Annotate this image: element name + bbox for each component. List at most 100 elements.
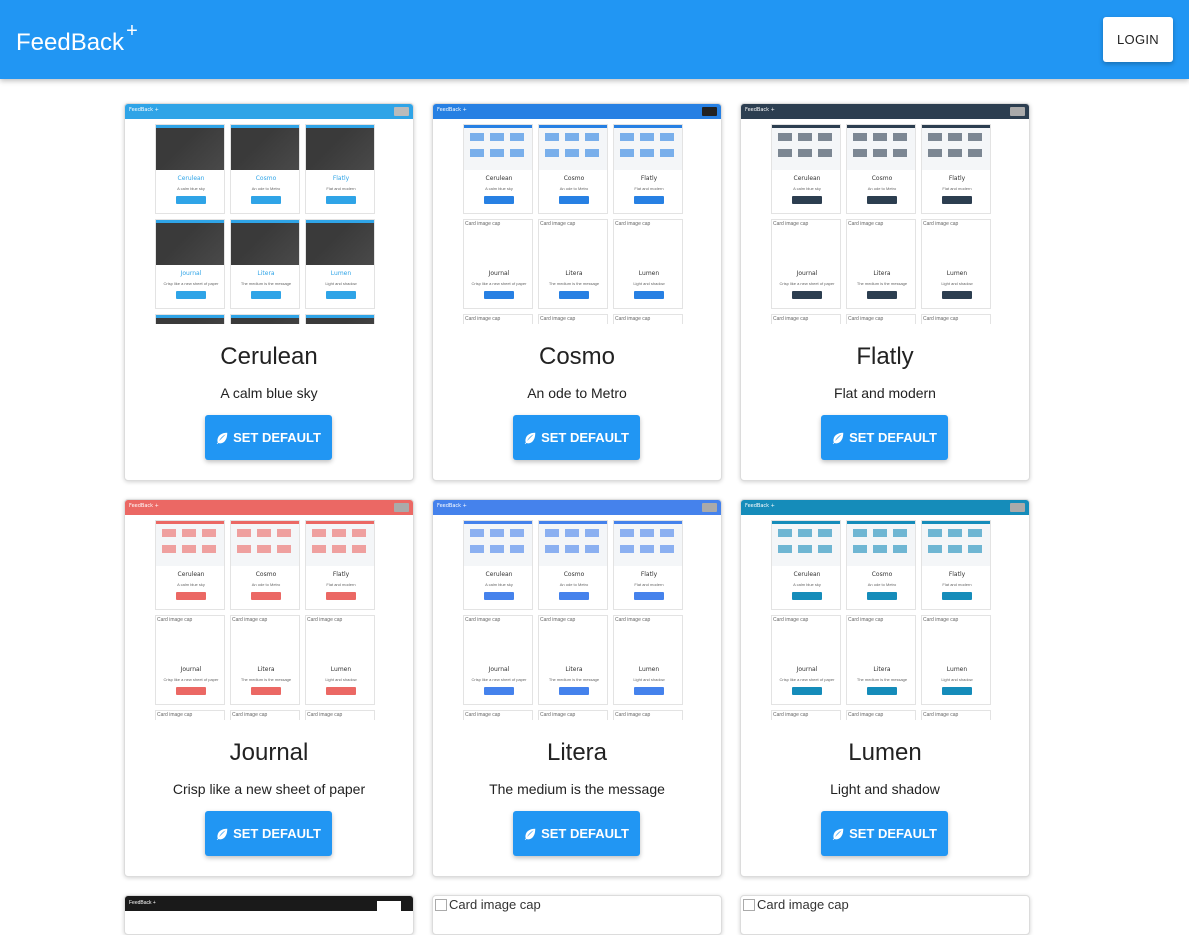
preview-mini-button [484,291,514,299]
preview-mini-bar [545,529,559,537]
preview-mini-desc: Crisp like a new sheet of paper [779,677,835,682]
preview-mini-desc: Light and shadow [941,281,973,286]
preview-mini-bar [928,149,942,157]
preview-mini-bar [257,529,271,537]
preview-mini-bar [968,529,982,537]
preview-mini-stripe [231,220,299,223]
preview-mini-card: Card image capMintyA fresh feel [613,314,683,324]
preview-brand: FeedBack + [437,107,467,113]
set-default-button[interactable]: SET DEFAULT [821,811,948,856]
preview-mini-desc: The medium is the message [240,677,292,682]
preview-mini-button [326,687,356,695]
preview-mini-title: Cosmo [563,175,585,182]
preview-mini-bar [510,545,524,553]
preview-mini-desc: Flat and modern [942,186,972,191]
preview-mini-bar [182,545,196,553]
preview-mini-stripe [922,521,990,524]
preview-navbar: FeedBack + [433,104,721,119]
preview-mini-desc: A calm blue sky [793,186,821,191]
set-default-button[interactable]: SET DEFAULT [205,811,332,856]
theme-card-title: Lumen [848,739,922,766]
preview-mini-image [231,125,299,170]
preview-alt-text: Card image cap [615,617,651,623]
preview-mini-desc: Crisp like a new sheet of paper [163,281,219,286]
preview-mini-image [231,220,299,265]
set-default-button[interactable]: SET DEFAULT [513,415,640,460]
preview-mini-button [942,196,972,204]
preview-mini-bar [237,529,251,537]
preview-mini-card: Card image cap Journal Crisp like a new sh… [463,219,533,309]
preview-mini-stripe [614,125,682,128]
preview-mini-title: Lumen [330,666,352,673]
preview-mini-card: Card image capLuxA touch of class [771,314,841,324]
preview-mini-title: Cerulean [485,571,513,578]
preview-mini-card: Card image cap Lumen Light and shadow [921,219,991,309]
preview-mini-bar [873,545,887,553]
preview-mini-button [867,291,897,299]
preview-mini-image [847,125,915,170]
preview-mini-bar [893,529,907,537]
preview-mini-title: Cerulean [793,175,821,182]
preview-alt-text: Card image cap [157,617,193,623]
preview-mini-card: Cosmo An ode to Metro [538,520,608,610]
preview-mini-title: Flatly [640,571,658,578]
set-default-button[interactable]: SET DEFAULT [821,415,948,460]
preview-mini-bar [968,545,982,553]
theme-preview-image: FeedBack + Cerulean A calm blue sky Cosmo An… [433,500,721,720]
preview-navbar: FeedBack + [433,500,721,515]
preview-mini-card: Card image capLuxA touch of class [463,314,533,324]
preview-mini-stripe [539,125,607,128]
preview-mini-bar [640,149,654,157]
preview-mini-bar [660,149,674,157]
preview-mini-button [251,291,281,299]
preview-mini-bar [545,133,559,141]
preview-mini-button [326,196,356,204]
preview-mini-bar [490,529,504,537]
preview-mini-card: Cerulean A calm blue sky [155,520,225,610]
preview-mini-title: Cosmo [871,175,893,182]
preview-mini-bar [640,133,654,141]
preview-mini-title: Cosmo [871,571,893,578]
preview-mini-bar [893,149,907,157]
preview-mini-image [922,521,990,566]
preview-mini-title: Cerulean [177,571,205,578]
preview-mini-card: Card image cap Litera The medium is the me… [230,615,300,705]
preview-mini-button [484,196,514,204]
preview-mini-bar [660,529,674,537]
preview-mini-title: Litera [257,666,275,673]
preview-mini-title: Litera [873,666,891,673]
preview-mini-stripe [539,521,607,524]
preview-mini-bar [332,529,346,537]
login-button[interactable]: LOGIN [1103,17,1173,62]
preview-alt-text: Card image cap [923,221,959,227]
preview-mini-bar [490,133,504,141]
preview-mini-bar [968,149,982,157]
preview-alt-text: Card image cap [923,617,959,623]
preview-mini-title: Flatly [948,175,966,182]
preview-mini-button [326,592,356,600]
preview-mini-button [634,196,664,204]
preview-login [702,503,717,512]
preview-mini-bar [565,133,579,141]
set-default-button[interactable]: SET DEFAULT [205,415,332,460]
preview-mini-image [231,315,299,324]
brand-logo[interactable]: FeedBack + [16,20,138,57]
preview-mini-bar [948,545,962,553]
preview-mini-stripe [306,521,374,524]
preview-mini-bar [853,529,867,537]
preview-mini-bar [585,529,599,537]
preview-mini-title: Flatly [640,175,658,182]
preview-alt-text: Card image cap [232,712,268,718]
theme-card-description: Flat and modern [834,385,936,401]
preview-mini-button [942,291,972,299]
card-image-cap-text: Card image cap [449,897,541,912]
preview-mini-card: Card image capMateriaMaterial is the met… [538,314,608,324]
preview-mini-bar [352,529,366,537]
preview-mini-button [867,687,897,695]
preview-mini-bar [948,133,962,141]
preview-mini-desc: An ode to Metro [559,582,589,587]
set-default-button[interactable]: SET DEFAULT [513,811,640,856]
preview-navbar: FeedBack + [125,500,413,515]
preview-mini-bar [585,133,599,141]
brand-text: FeedBack [16,29,125,56]
